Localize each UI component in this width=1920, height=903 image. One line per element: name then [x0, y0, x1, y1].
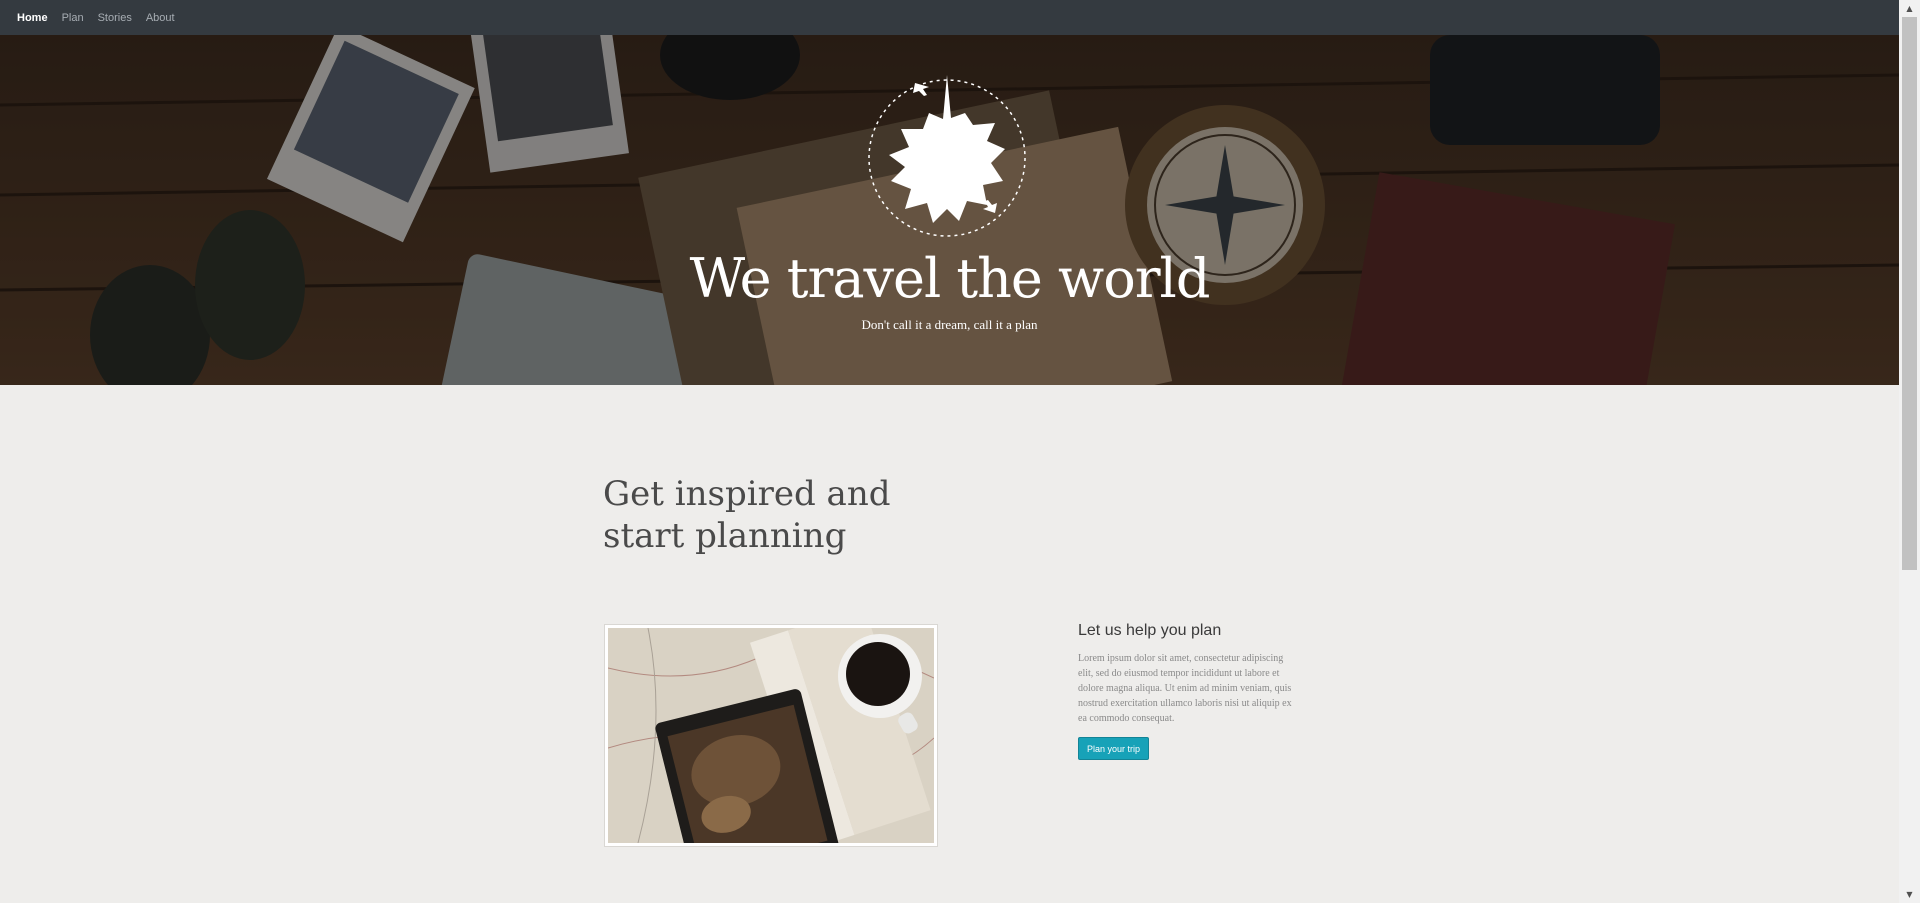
vertical-scrollbar[interactable]: ▲ ▼: [1899, 0, 1920, 903]
hero-banner: We travel the world Don't call it a drea…: [0, 35, 1899, 385]
nav-item-plan[interactable]: Plan: [62, 12, 84, 24]
plan-trip-button[interactable]: Plan your trip: [1078, 737, 1150, 760]
hero-subtitle: Don't call it a dream, call it a plan: [861, 317, 1038, 332]
scroll-thumb[interactable]: [1902, 17, 1917, 570]
nav-item-about[interactable]: About: [146, 12, 175, 24]
globe-travel-icon: [868, 75, 1026, 237]
scroll-up-arrow-icon[interactable]: ▲: [1899, 0, 1920, 17]
section-title: Get inspired and start planning: [603, 474, 891, 556]
nav-item-home[interactable]: Home: [17, 12, 48, 24]
plan-heading: Let us help you plan: [1078, 622, 1222, 639]
nav-item-stories[interactable]: Stories: [98, 12, 132, 24]
inspiration-photo: [604, 624, 938, 847]
scroll-down-arrow-icon[interactable]: ▼: [1899, 886, 1920, 903]
map-notebook-coffee-photo: [608, 628, 934, 843]
plan-description: Lorem ipsum dolor sit amet, consectetur …: [1078, 653, 1292, 724]
top-navbar: Home Plan Stories About: [0, 0, 1899, 35]
hero-title: We travel the world: [689, 247, 1211, 310]
